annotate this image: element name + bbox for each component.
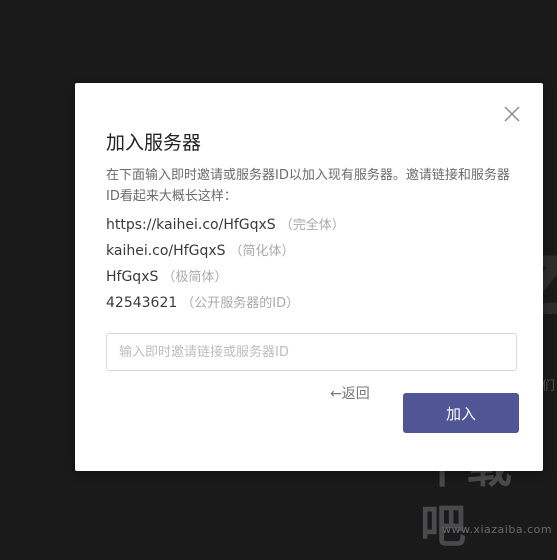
close-icon[interactable] [503,105,521,123]
example-note: （公开服务器的ID） [181,296,300,311]
example-row: HfGqxS （极简体） [106,267,345,293]
background-text-fragment: 们 [541,379,555,394]
example-row: kaihei.co/HfGqxS （简化体） [106,241,345,267]
example-list: https://kaihei.co/HfGqxS （完全体） kaihei.co/… [106,215,345,319]
back-link[interactable]: ←返回 [330,374,370,414]
example-value: kaihei.co/HfGqxS [106,243,226,259]
invite-link-input[interactable] [106,333,517,371]
example-note: （极简体） [162,270,228,285]
dialog-description: 在下面输入即时邀请或服务器ID以加入现有服务器。邀请链接和服务器ID看起来大概长… [106,168,510,204]
dialog-title: 加入服务器 [106,132,202,154]
example-value: 42543621 [106,295,178,311]
example-note: （简化体） [229,244,295,259]
example-note: （完全体） [279,218,345,233]
example-value: HfGqxS [106,269,159,285]
example-value: https://kaihei.co/HfGqxS [106,217,276,233]
example-row: 42543621 （公开服务器的ID） [106,293,345,319]
watermark-url: www.xiazaiba.com [442,523,553,536]
join-button[interactable]: 加入 [403,393,519,433]
join-server-dialog: 加入服务器 在下面输入即时邀请或服务器ID以加入现有服务器。邀请链接和服务器ID… [75,83,543,471]
example-row: https://kaihei.co/HfGqxS （完全体） [106,215,345,241]
